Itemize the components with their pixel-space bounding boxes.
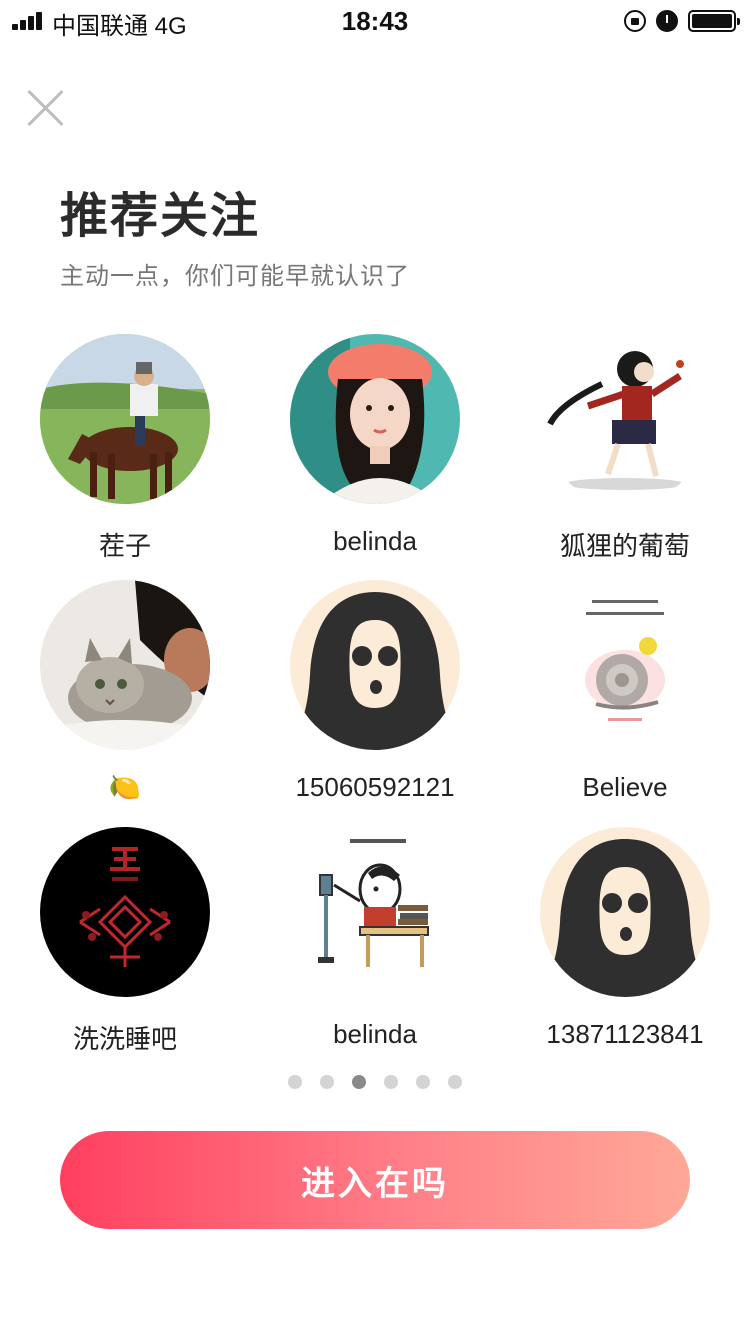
user-name: 🍋 [108,772,142,802]
page-dot[interactable] [288,1075,302,1089]
page-dot[interactable] [320,1075,334,1089]
user-name: 狐狸的葡萄 [559,531,690,561]
page-title: 推荐关注 [60,190,261,243]
avatar [40,580,210,750]
page-dot-active[interactable] [352,1075,366,1089]
avatar [40,827,210,997]
user-card[interactable]: 狐狸的葡萄 [500,334,750,563]
user-name: belinda [333,1019,417,1049]
rotation-lock-icon [624,10,646,32]
user-card[interactable]: 13871123841 [500,827,750,1050]
avatar [540,827,710,997]
alarm-icon [656,10,678,32]
user-card[interactable]: belinda [250,827,500,1050]
avatar [540,580,710,750]
user-card[interactable]: Believe [500,580,750,803]
page-dot[interactable] [384,1075,398,1089]
avatar [290,827,460,997]
user-card[interactable]: 15060592121 [250,580,500,803]
user-name: belinda [333,526,417,556]
user-card[interactable]: belinda [250,334,500,557]
avatar [540,334,710,504]
page-subtitle: 主动一点，你们可能早就认识了 [60,263,410,290]
battery-icon [688,10,740,32]
user-name: 茬子 [98,531,151,561]
enter-button[interactable]: 进入在吗 [60,1131,690,1229]
user-card[interactable]: 🍋 [0,580,250,803]
user-name: Believe [582,772,668,802]
page-dot[interactable] [416,1075,430,1089]
user-name: 13871123841 [546,1019,704,1049]
page-dot[interactable] [448,1075,462,1089]
avatar [290,580,460,750]
user-card[interactable]: 茬子 [0,334,250,563]
user-name: 15060592121 [295,772,455,802]
status-bar: 中国联通 4G 18:43 [0,0,750,40]
avatar [290,334,460,504]
avatar [40,334,210,504]
user-card[interactable]: 洗洗睡吧 [0,827,250,1056]
close-icon[interactable] [24,86,68,130]
page-indicator [0,1075,750,1089]
user-name: 洗洗睡吧 [72,1024,177,1054]
